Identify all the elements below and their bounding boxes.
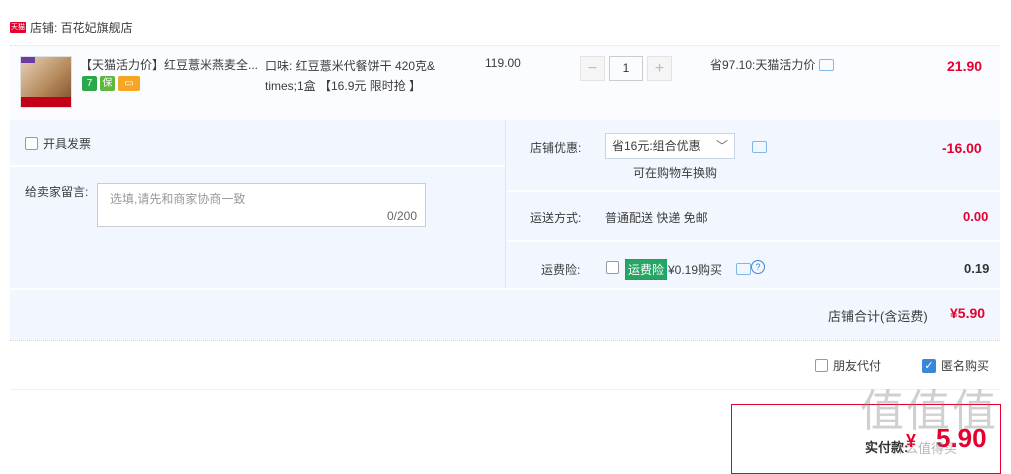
invoice-option[interactable]: 开具发票 [25, 135, 91, 152]
order-item-row: 【天猫活力价】红豆薏米燕麦全... 7 保 ▭ 口味: 红豆薏米代餐饼干 420… [10, 45, 1000, 122]
right-separator [507, 240, 1000, 242]
credit-card-icon[interactable]: ▭ [118, 76, 140, 91]
quantity-stepper: − 1 + [580, 56, 672, 81]
right-separator [507, 190, 1000, 192]
consumer-guarantee-icon[interactable]: 保 [100, 76, 115, 91]
message-label: 给卖家留言: [25, 185, 89, 199]
insurance-checkbox[interactable] [606, 261, 619, 274]
increase-button[interactable]: + [647, 56, 672, 81]
discount-value: -16.00 [942, 140, 982, 156]
friend-pay-option[interactable]: 朋友代付 [815, 357, 881, 374]
panel-divider [505, 120, 506, 288]
spec-line-1: 口味: 红豆薏米代餐饼干 420克& [265, 59, 436, 73]
decrease-button[interactable]: − [580, 56, 605, 81]
item-total: 21.90 [947, 58, 983, 74]
message-textarea[interactable]: 选填,请先和商家协商一致 0/200 [97, 183, 426, 227]
product-spec: 口味: 红豆薏米代餐饼干 420克& times;1盒 【16.9元 限时抢 】 [265, 56, 465, 96]
product-thumbnail[interactable] [20, 56, 72, 108]
service-icons: 7 保 ▭ [82, 76, 140, 91]
insurance-label: 运费险: [541, 263, 581, 277]
anonymous-checkbox[interactable]: ✓ [922, 358, 936, 373]
footer-separator [10, 389, 1000, 390]
chevron-down-icon: ﹀ [715, 139, 728, 153]
seven-day-return-icon[interactable]: 7 [82, 76, 97, 91]
message-char-count: 0/200 [386, 209, 417, 223]
discount-selected: 省16元:组合优惠 [612, 139, 701, 153]
left-separator [10, 165, 505, 167]
anonymous-label: 匿名购买 [941, 359, 990, 373]
message-placeholder: 选填,请先和商家协商一致 [110, 192, 246, 206]
quantity-input[interactable]: 1 [609, 56, 643, 81]
chat-icon[interactable] [819, 58, 835, 71]
subtotal-separator [10, 288, 1000, 290]
shop-name[interactable]: 店铺: 百花妃旗舰店 [30, 19, 133, 36]
spec-line-2: times;1盒 【16.9元 限时抢 】 [265, 79, 422, 93]
shop-header: 天猫 店铺: 百花妃旗舰店 [10, 18, 133, 36]
thumbnail-label-decoration [21, 57, 35, 63]
shipping-method: 普通配送 快递 免邮 [605, 211, 708, 225]
friend-pay-checkbox[interactable] [815, 359, 828, 372]
promo-text: 省97.10:天猫活力价 [710, 58, 816, 72]
shipping-fee: 0.00 [963, 209, 989, 224]
invoice-label: 开具发票 [43, 137, 92, 151]
subtotal-label: 店铺合计(含运费) [828, 309, 928, 324]
insurance-value: 0.19 [964, 261, 990, 276]
anonymous-purchase-option[interactable]: ✓ 匿名购买 [922, 357, 989, 374]
shipping-label: 运送方式: [530, 211, 582, 225]
insurance-tag: 运费险 [625, 259, 668, 280]
chat-icon[interactable] [752, 141, 767, 153]
discount-select[interactable]: 省16元:组合优惠 ﹀ [605, 133, 735, 159]
subtotal-value: ¥5.90 [950, 305, 986, 321]
unit-price: 119.00 [485, 56, 521, 70]
thumbnail-price-strip [21, 97, 71, 107]
product-title[interactable]: 【天猫活力价】红豆薏米燕麦全... [80, 56, 260, 73]
cart-exchange-link[interactable]: 可在购物车换购 [633, 164, 717, 181]
tmall-icon: 天猫 [10, 21, 26, 33]
watermark-text: 什么值得买 [892, 441, 958, 456]
chat-icon[interactable] [736, 263, 751, 275]
friend-pay-label: 朋友代付 [833, 359, 882, 373]
dotted-divider [10, 340, 1000, 341]
promo-info: 省97.10:天猫活力价 [710, 56, 835, 73]
discount-label: 店铺优惠: [530, 141, 582, 155]
invoice-checkbox[interactable] [25, 137, 38, 150]
insurance-price: ¥0.19购买 [668, 263, 723, 277]
order-options-panel: 开具发票 给卖家留言: 选填,请先和商家协商一致 0/200 店铺优惠: 省16… [10, 120, 1000, 340]
help-icon[interactable]: ? [751, 260, 765, 274]
watermark-logo: 值值值 [860, 387, 998, 436]
